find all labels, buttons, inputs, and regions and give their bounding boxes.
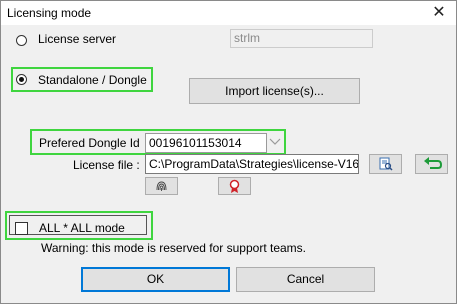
all-mode-label: ALL * ALL mode <box>39 221 125 235</box>
licensing-dialog: Licensing mode ✕ License server strlm St… <box>0 0 457 304</box>
license-file-input[interactable]: C:\ProgramData\Strategies\license-V16. <box>145 154 359 174</box>
warning-text: Warning: this mode is reserved for suppo… <box>41 241 306 255</box>
license-server-label: License server <box>38 32 117 46</box>
dongle-select[interactable]: 00196101153014 <box>145 133 267 153</box>
license-server-radio[interactable] <box>16 35 27 46</box>
window-title: Licensing mode <box>7 6 92 20</box>
import-licenses-button[interactable]: Import license(s)... <box>189 78 360 104</box>
certificate-button[interactable] <box>218 177 251 195</box>
certificate-icon <box>229 179 240 193</box>
reset-button[interactable] <box>415 154 448 174</box>
dialog-body: License server strlm Standalone / Dongle… <box>1 25 456 303</box>
title-bar: Licensing mode ✕ <box>1 1 456 25</box>
dongle-value: 00196101153014 <box>149 136 242 150</box>
standalone-label: Standalone / Dongle <box>38 73 147 87</box>
standalone-radio[interactable] <box>16 74 27 85</box>
dongle-label: Prefered Dongle Id <box>39 136 140 150</box>
license-file-label: License file : <box>73 158 140 172</box>
fingerprint-icon <box>156 181 167 191</box>
ok-button[interactable]: OK <box>81 267 230 292</box>
license-server-input[interactable]: strlm <box>230 29 373 48</box>
fingerprint-button[interactable] <box>145 177 178 195</box>
all-mode-checkbox[interactable] <box>15 222 28 235</box>
file-search-icon <box>379 157 393 171</box>
chevron-down-icon[interactable] <box>267 133 283 153</box>
close-icon[interactable]: ✕ <box>422 1 456 25</box>
cancel-button[interactable]: Cancel <box>236 267 375 292</box>
undo-icon <box>424 157 443 169</box>
browse-file-button[interactable] <box>369 154 402 174</box>
